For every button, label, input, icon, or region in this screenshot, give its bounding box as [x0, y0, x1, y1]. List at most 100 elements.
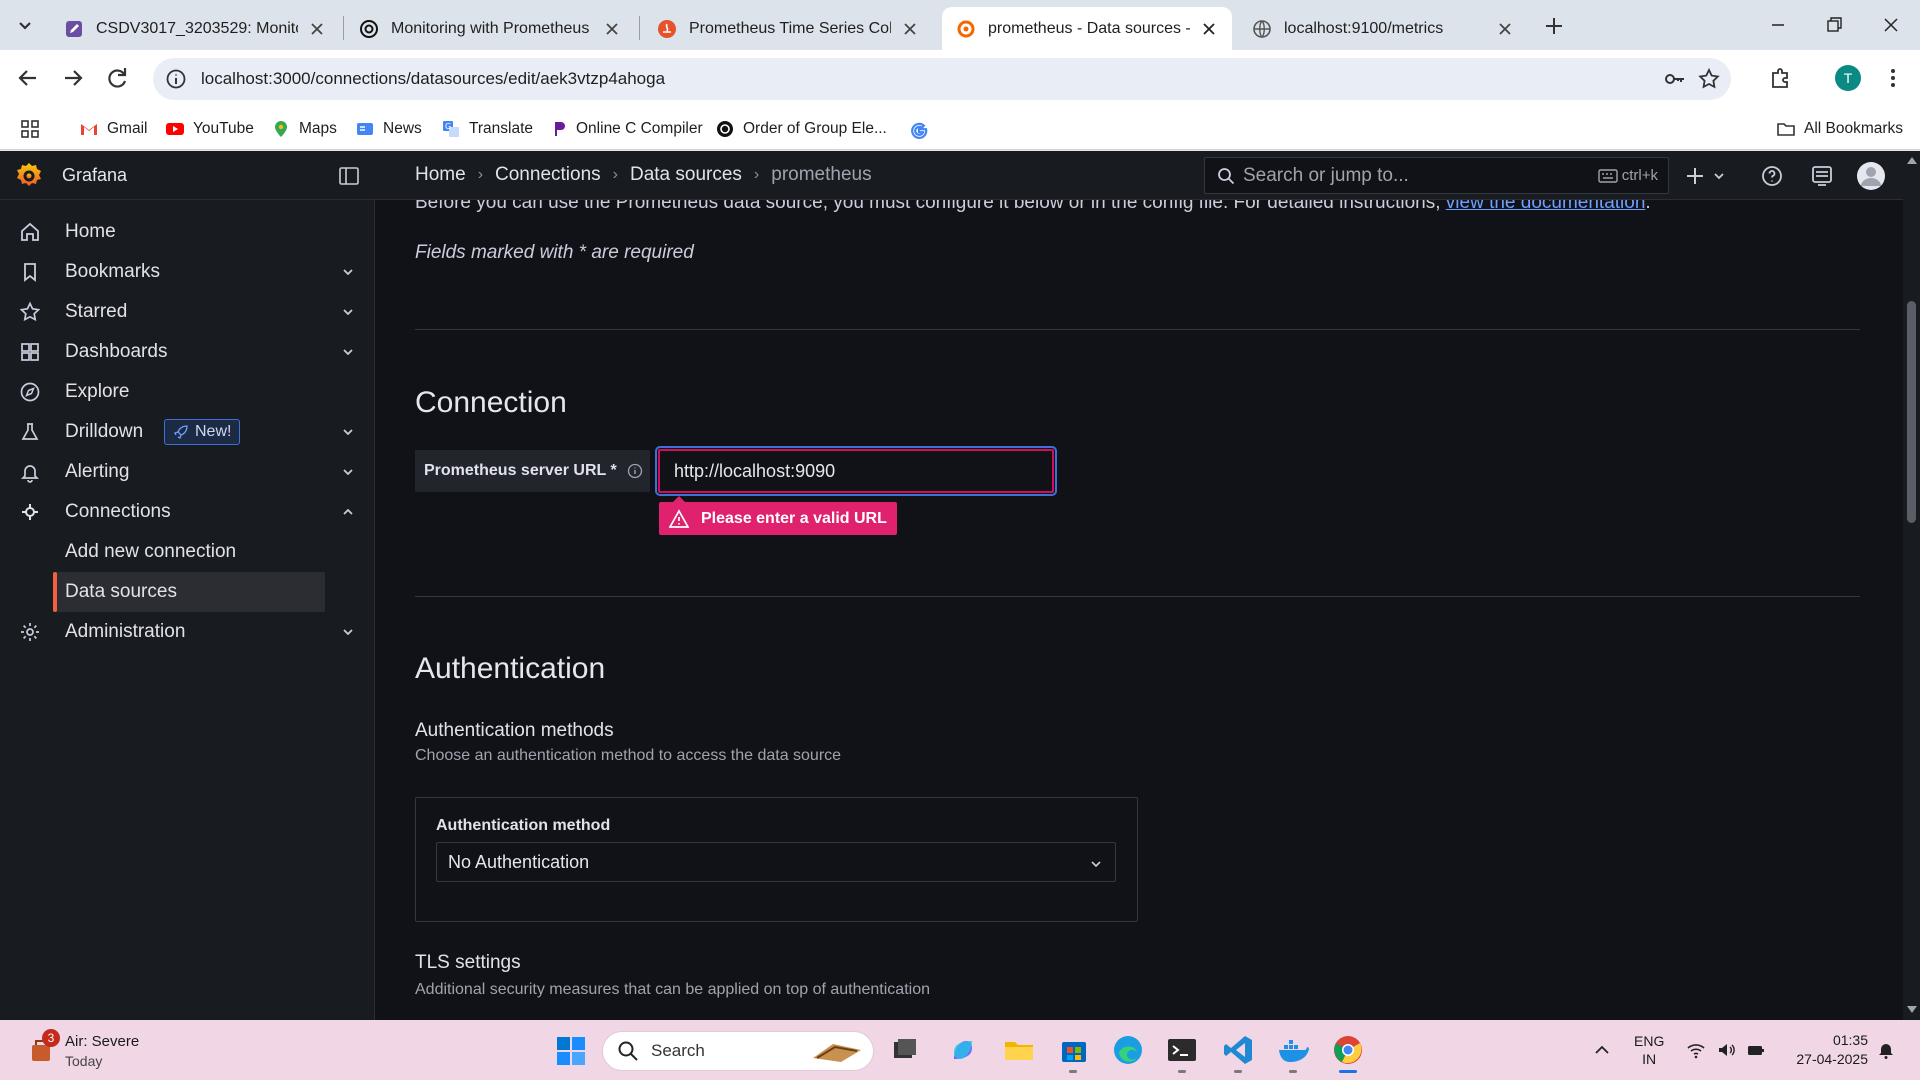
bookmark-order-of-group[interactable]: Order of Group Ele...: [715, 116, 887, 142]
dock-menu-button[interactable]: [338, 165, 360, 187]
bookmark-gmail[interactable]: Gmail: [79, 116, 147, 142]
close-icon[interactable]: [603, 20, 621, 38]
news-feed-icon: [1812, 166, 1832, 186]
windows-start-icon[interactable]: [556, 1036, 586, 1066]
wifi-icon[interactable]: [1686, 1040, 1706, 1060]
star-icon[interactable]: [1697, 67, 1721, 91]
nav-item-alerting[interactable]: Alerting: [0, 452, 375, 492]
restore-button[interactable]: [1820, 11, 1848, 39]
volume-icon[interactable]: [1716, 1040, 1736, 1060]
reload-button[interactable]: [102, 62, 134, 94]
input-language[interactable]: ENG IN: [1634, 1032, 1664, 1068]
nav-item-add-new-connection[interactable]: Add new connection: [0, 532, 375, 572]
scroll-down-icon[interactable]: [1907, 1006, 1917, 1014]
user-avatar[interactable]: [1856, 161, 1886, 191]
nav-item-home[interactable]: Home: [0, 212, 375, 252]
breadcrumb-data-sources[interactable]: Data sources: [630, 164, 742, 186]
page-scrollbar[interactable]: [1903, 151, 1920, 1020]
close-window-button[interactable]: [1877, 11, 1905, 39]
chevron-down-icon[interactable]: [340, 624, 356, 640]
grafana-icon: [957, 20, 975, 37]
plus-dropdown-icon: [1687, 168, 1724, 184]
taskbar-search[interactable]: Search: [602, 1031, 874, 1071]
terminal-icon[interactable]: [1165, 1033, 1199, 1067]
nav-item-dashboards[interactable]: Dashboards: [0, 332, 375, 372]
auth-method-select[interactable]: No Authentication: [436, 842, 1116, 882]
breadcrumb-home[interactable]: Home: [415, 164, 466, 186]
user-icon: [1857, 162, 1885, 190]
chevron-down-icon[interactable]: [340, 344, 356, 360]
nav-item-connections[interactable]: Connections: [0, 492, 375, 532]
password-key-icon[interactable]: [1663, 67, 1687, 91]
bookmark-online-c-compiler[interactable]: Online C Compiler: [548, 116, 703, 142]
vscode-icon[interactable]: [1221, 1033, 1255, 1067]
bookmark-maps[interactable]: Maps: [271, 116, 337, 142]
bookmark-translate[interactable]: G Translate: [441, 116, 533, 142]
chevron-down-icon: [1091, 861, 1101, 868]
apps-button[interactable]: [20, 116, 48, 142]
nav-item-drilldown[interactable]: Drilldown New!: [0, 412, 375, 452]
warning-icon: [669, 508, 689, 528]
tab-search-button[interactable]: [12, 12, 38, 38]
scroll-up-icon[interactable]: [1907, 156, 1917, 164]
news-button[interactable]: [1810, 164, 1834, 188]
nav-item-data-sources[interactable]: Data sources: [53, 572, 325, 612]
intro-text: Before you can use the Prometheus data s…: [415, 200, 1651, 214]
docker-icon[interactable]: [1276, 1033, 1310, 1067]
file-explorer-icon[interactable]: [1002, 1033, 1036, 1067]
close-icon[interactable]: [308, 20, 326, 38]
new-tab-button[interactable]: [1540, 12, 1568, 40]
system-clock[interactable]: 01:35 27-04-2025: [1780, 1031, 1868, 1069]
close-icon[interactable]: [1200, 20, 1218, 38]
bookmark-youtube[interactable]: YouTube: [165, 116, 254, 142]
all-bookmarks[interactable]: All Bookmarks: [1776, 116, 1903, 142]
extensions-button[interactable]: [1767, 64, 1795, 92]
chrome-icon[interactable]: [1331, 1033, 1365, 1067]
info-icon[interactable]: [165, 68, 187, 90]
tab-metrics[interactable]: localhost:9100/metrics: [1238, 7, 1528, 50]
documentation-link[interactable]: view the documentation: [1446, 200, 1646, 213]
chevron-up-icon[interactable]: [1592, 1040, 1612, 1060]
tab-csdv[interactable]: CSDV3017_3203529: Monitoring: [50, 7, 340, 50]
back-button[interactable]: [12, 62, 44, 94]
server-url-input[interactable]: [655, 446, 1057, 496]
weather-widget[interactable]: 3 Air: Severe Today: [22, 1029, 222, 1073]
grafana-logo-icon[interactable]: [14, 161, 44, 191]
chevron-down-icon[interactable]: [340, 424, 356, 440]
new-button[interactable]: [1685, 164, 1729, 188]
close-icon[interactable]: [1496, 20, 1514, 38]
bookmark-news[interactable]: News: [355, 116, 422, 142]
nav-item-starred[interactable]: Starred: [0, 292, 375, 332]
address-bar[interactable]: localhost:3000/connections/datasources/e…: [153, 58, 1731, 100]
bookmark-google[interactable]: [909, 116, 937, 142]
chevron-up-icon[interactable]: [340, 504, 356, 520]
nav-item-bookmarks[interactable]: Bookmarks: [0, 252, 375, 292]
copilot-icon[interactable]: [946, 1033, 980, 1067]
forward-button[interactable]: [57, 62, 89, 94]
nav-item-administration[interactable]: Administration: [0, 612, 375, 652]
nav-label: Administration: [65, 621, 186, 642]
tab-grafana-active[interactable]: prometheus - Data sources - Co: [942, 7, 1232, 50]
task-view-icon[interactable]: [888, 1033, 922, 1067]
chevron-down-icon[interactable]: [340, 464, 356, 480]
scrollbar-thumb[interactable]: [1907, 301, 1916, 523]
edge-icon[interactable]: [1111, 1033, 1145, 1067]
search-input[interactable]: Search or jump to... ctrl+k: [1204, 157, 1669, 194]
chevron-down-icon[interactable]: [340, 304, 356, 320]
microsoft-store-icon[interactable]: [1057, 1033, 1091, 1067]
badge-label: New!: [195, 423, 232, 440]
chevron-down-icon[interactable]: [340, 264, 356, 280]
close-icon[interactable]: [901, 20, 919, 38]
notifications-icon[interactable]: [1876, 1040, 1896, 1060]
nav-item-explore[interactable]: Explore: [0, 372, 375, 412]
tab-monitoring[interactable]: Monitoring with Prometheus Gr: [345, 7, 635, 50]
info-icon[interactable]: [627, 463, 643, 479]
profile-avatar[interactable]: T: [1835, 65, 1861, 91]
breadcrumb-connections[interactable]: Connections: [495, 164, 601, 186]
browser-menu-button[interactable]: [1879, 64, 1907, 92]
tab-prometheus[interactable]: Prometheus Time Series Collect: [643, 7, 933, 50]
minimize-button[interactable]: [1764, 11, 1792, 39]
battery-icon[interactable]: [1746, 1040, 1766, 1060]
nav-label: Starred: [65, 301, 128, 322]
help-button[interactable]: [1760, 164, 1784, 188]
